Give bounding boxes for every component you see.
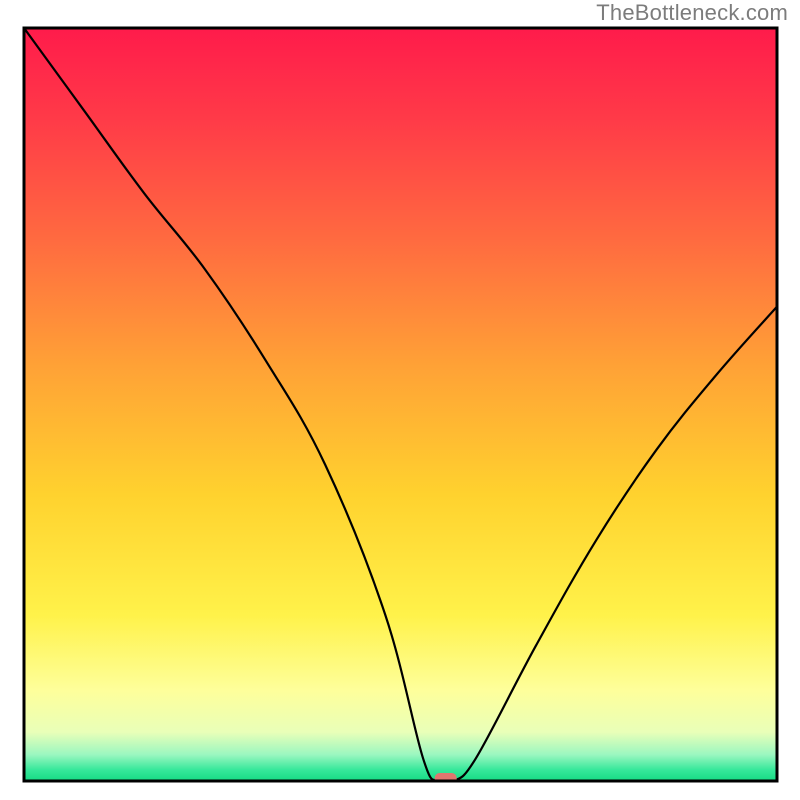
optimal-marker — [435, 773, 457, 785]
watermark-text: TheBottleneck.com — [596, 0, 788, 26]
bottleneck-chart — [0, 0, 800, 800]
chart-container: TheBottleneck.com — [0, 0, 800, 800]
